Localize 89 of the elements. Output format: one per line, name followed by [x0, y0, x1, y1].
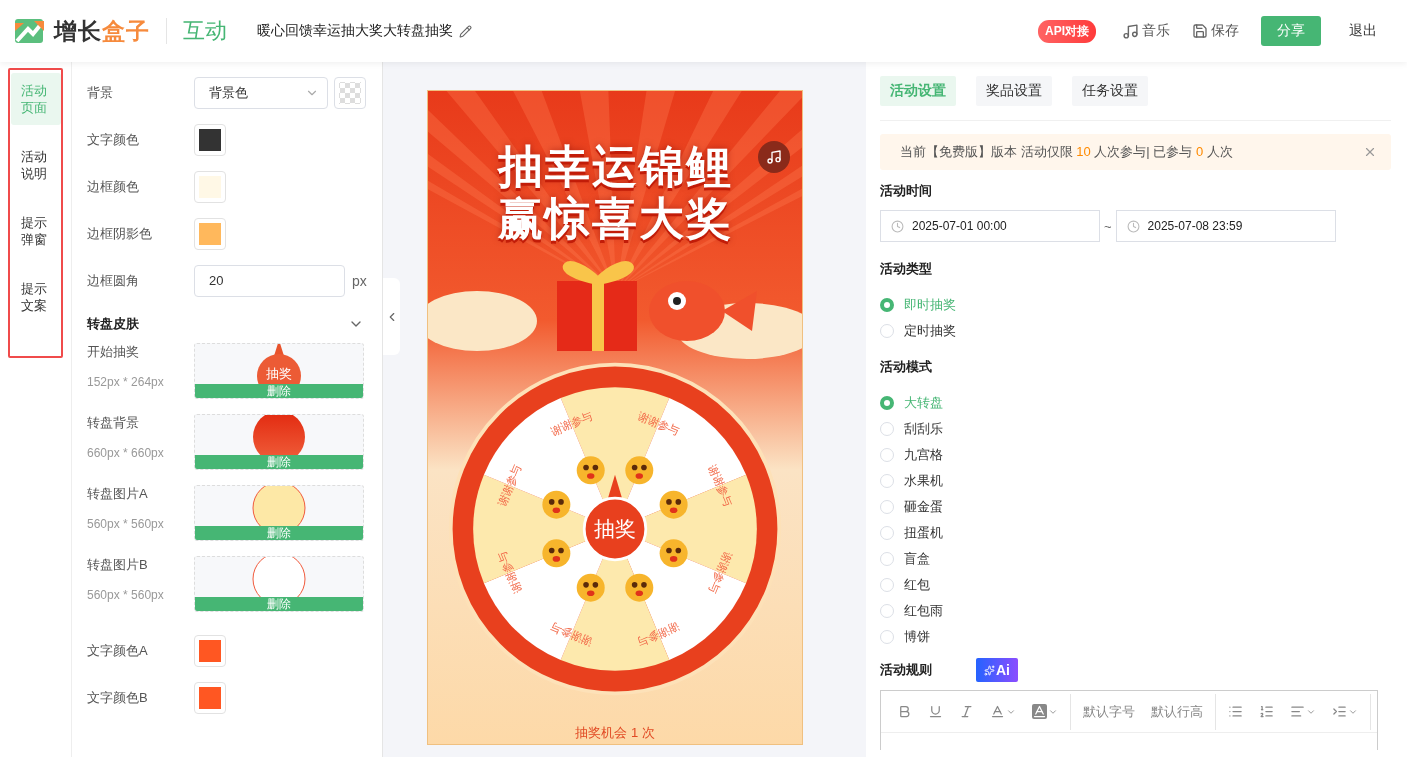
emoji-face-icon — [625, 456, 654, 485]
nav-item[interactable]: 提示弹窗 — [11, 205, 61, 257]
radio-option[interactable]: 九宫格 — [880, 446, 1391, 464]
poster-headline: 赢惊喜大奖 — [497, 193, 733, 245]
sparkle-icon — [984, 664, 995, 676]
prize-label: 谢谢参与 — [636, 620, 682, 649]
logo-text: 增长 — [54, 16, 102, 46]
radio-option[interactable]: 博饼 — [880, 628, 1391, 646]
emoji-face-icon — [576, 573, 605, 602]
collapse-handle[interactable] — [383, 278, 400, 355]
color-swatch[interactable] — [194, 170, 226, 203]
prize-label: 谢谢参与 — [548, 620, 594, 649]
format-select[interactable]: 默认字号 — [1075, 696, 1143, 727]
logo-icon — [14, 17, 46, 45]
radio-option[interactable]: 红包 — [880, 576, 1391, 594]
field-label: 文字颜色 — [87, 130, 140, 149]
emoji-face-icon — [659, 490, 688, 519]
exit-button[interactable]: 退出 — [1333, 16, 1393, 46]
field-label: 转盘图片A — [87, 485, 149, 503]
emoji-face-icon — [659, 539, 688, 568]
save-button[interactable]: 保存 — [1192, 22, 1239, 40]
size-hint: 660px * 660px — [87, 446, 165, 460]
field-label: 边框阴影色 — [87, 224, 153, 243]
settings-tab[interactable]: 任务设置 — [1072, 76, 1148, 106]
clock-icon — [891, 219, 904, 233]
notice-text: 当前【免费版】版本 活动仅限 10 人次参与| 已参与 0 人次 — [900, 143, 1234, 161]
format-select[interactable]: 默认行高 — [1143, 696, 1211, 727]
color-swatch[interactable] — [194, 217, 226, 250]
save-icon — [1192, 23, 1208, 39]
section-title: 活动模式 — [880, 358, 933, 376]
module-title: 互动 — [183, 17, 227, 45]
transparent-swatch[interactable] — [334, 76, 366, 109]
section-title: 活动类型 — [880, 260, 933, 278]
color-swatch[interactable] — [194, 681, 226, 714]
field-label: 边框颜色 — [87, 177, 140, 196]
field-label: 开始抽奖 — [87, 343, 140, 361]
prize-label: 谢谢参与 — [706, 462, 735, 508]
chances-text: 抽奖机会 1 次 — [575, 724, 655, 742]
emoji-face-icon — [625, 573, 654, 602]
size-hint: 560px * 560px — [87, 588, 165, 602]
field-label: 文字颜色A — [87, 641, 149, 660]
field-label: 转盘背景 — [87, 414, 140, 432]
poster-headline: 抽幸运锦鲤 — [497, 141, 733, 193]
edit-icon[interactable] — [459, 24, 472, 38]
activity-title: 暖心回馈幸运抽大奖大转盘抽奖 — [257, 22, 453, 40]
music-icon — [1122, 22, 1139, 40]
emoji-face-icon — [542, 539, 571, 568]
radio-option[interactable]: 水果机 — [880, 472, 1391, 490]
radius-input[interactable]: 20 — [194, 264, 345, 297]
unit-label: px — [352, 272, 367, 289]
field-label: 文字颜色B — [87, 688, 149, 707]
logo-text: 盒子 — [102, 16, 150, 46]
field-label: 转盘图片B — [87, 556, 149, 574]
radio-option[interactable]: 砸金蛋 — [880, 498, 1391, 516]
radio-option[interactable]: 扭蛋机 — [880, 524, 1391, 542]
radio-option[interactable]: 定时抽奖 — [880, 322, 1391, 340]
nav-item[interactable]: 活动说明 — [11, 139, 61, 191]
section-title: 转盘皮肤 — [87, 314, 139, 333]
music-toggle-icon[interactable] — [758, 141, 790, 173]
size-hint: 560px * 560px — [87, 517, 165, 531]
prize-label: 谢谢参与 — [495, 462, 524, 508]
end-date-field[interactable]: 2025-07-08 23:59 — [1115, 210, 1336, 242]
prize-label: 谢谢参与 — [636, 409, 682, 438]
prize-label: 谢谢参与 — [495, 550, 524, 596]
field-label: 边框圆角 — [87, 271, 140, 290]
ai-button[interactable]: Ai — [976, 658, 1018, 682]
music-button[interactable]: 音乐 — [1122, 22, 1170, 40]
emoji-face-icon — [576, 456, 605, 485]
nav-item[interactable]: 提示文案 — [11, 271, 61, 323]
color-swatch[interactable] — [194, 123, 226, 156]
prize-label: 谢谢参与 — [548, 409, 594, 438]
start-date-field[interactable]: 2025-07-01 00:00 — [880, 210, 1100, 242]
settings-tab[interactable]: 奖品设置 — [976, 76, 1052, 106]
section-title: 活动时间 — [880, 182, 933, 200]
color-swatch[interactable] — [194, 634, 226, 667]
field-label: 背景 — [87, 83, 114, 102]
prize-label: 谢谢参与 — [706, 550, 735, 596]
music-note-icon — [766, 149, 782, 165]
radio-option[interactable]: 盲盒 — [880, 550, 1391, 568]
range-separator: ~ — [1104, 218, 1112, 234]
clock-icon — [1126, 219, 1140, 233]
section-title: 活动规则 — [880, 661, 932, 679]
rich-text-editor[interactable]: 默认字号 默认行高 — [880, 690, 1378, 750]
close-icon[interactable] — [1363, 145, 1377, 159]
radio-option[interactable]: 红包雨 — [880, 602, 1391, 620]
size-hint: 152px * 264px — [87, 375, 165, 389]
emoji-face-icon — [542, 490, 571, 519]
radio-option[interactable]: 刮刮乐 — [880, 420, 1391, 438]
background-select[interactable]: 背景色 — [194, 76, 328, 109]
